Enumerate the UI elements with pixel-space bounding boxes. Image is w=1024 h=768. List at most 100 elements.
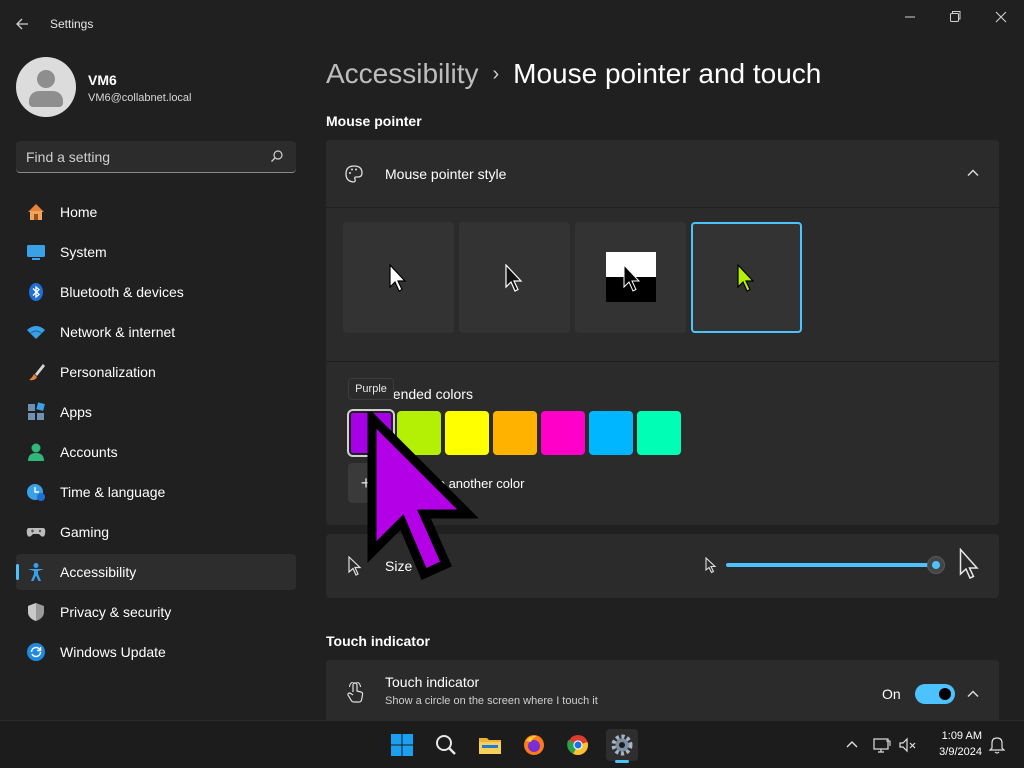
sidebar-item-personalization[interactable]: Personalization	[16, 354, 296, 390]
sidebar-item-time-language[interactable]: Time & language	[16, 474, 296, 510]
sidebar: VM6 VM6@collabnet.local Home System Blue…	[0, 48, 310, 720]
app-title: Settings	[50, 17, 94, 31]
show-hidden-icons-button[interactable]	[842, 735, 862, 755]
touch-indicator-toggle[interactable]	[915, 684, 955, 704]
sidebar-item-label: Home	[60, 204, 98, 220]
chrome-button[interactable]	[562, 729, 594, 761]
bell-icon	[988, 737, 1006, 754]
custom-cursor-icon	[737, 264, 755, 292]
sidebar-item-label: Bluetooth & devices	[60, 284, 184, 300]
touch-icon	[347, 682, 364, 703]
sidebar-item-label: Apps	[60, 404, 92, 420]
minimize-button[interactable]	[899, 8, 921, 26]
file-explorer-button[interactable]	[474, 729, 506, 761]
pointer-style-black[interactable]	[459, 222, 570, 333]
color-swatch-lime[interactable]	[397, 411, 441, 455]
restore-icon	[950, 11, 961, 22]
mouse-pointer-style-label: Mouse pointer style	[385, 166, 507, 182]
toggle-state-label: On	[882, 686, 901, 702]
avatar-body-shape	[29, 91, 63, 107]
sidebar-item-label: Personalization	[60, 364, 156, 380]
size-label: Size	[385, 558, 413, 574]
back-button[interactable]	[14, 12, 34, 36]
breadcrumb: Accessibility › Mouse pointer and touch	[326, 58, 821, 90]
pointer-style-custom[interactable]	[691, 222, 802, 333]
sidebar-item-bluetooth[interactable]: Bluetooth & devices	[16, 274, 296, 310]
firefox-button[interactable]	[518, 729, 550, 761]
clock-time[interactable]: 1:09 AM	[934, 730, 982, 742]
user-name: VM6	[88, 72, 117, 88]
inverted-cursor-icon	[606, 252, 656, 302]
taskbar-search-button[interactable]	[430, 729, 462, 761]
sidebar-item-label: Privacy & security	[60, 604, 172, 620]
sidebar-nav: Home System Bluetooth & devices Network …	[16, 194, 296, 674]
network-icon	[873, 738, 891, 753]
chevron-up-icon[interactable]	[966, 166, 980, 180]
sidebar-item-label: Accessibility	[60, 564, 137, 580]
sidebar-item-accounts[interactable]: Accounts	[16, 434, 296, 470]
close-button[interactable]	[990, 8, 1012, 26]
breadcrumb-separator: ›	[492, 63, 500, 85]
maximize-button[interactable]	[944, 8, 966, 26]
sidebar-item-label: Windows Update	[60, 644, 166, 660]
search-input[interactable]	[26, 147, 256, 167]
close-icon	[995, 11, 1007, 23]
accounts-icon	[28, 443, 44, 461]
palette-icon	[345, 165, 363, 183]
breadcrumb-parent-link[interactable]: Accessibility	[326, 58, 478, 89]
size-slider-thumb[interactable]	[927, 556, 945, 574]
color-swatch-purple[interactable]	[347, 409, 395, 457]
avatar[interactable]	[16, 57, 76, 117]
pointer-style-inverted[interactable]	[575, 222, 686, 333]
search-icon	[436, 735, 456, 755]
sidebar-item-windows-update[interactable]: Windows Update	[16, 634, 296, 670]
pointer-size-card: Size	[326, 534, 999, 598]
shield-icon	[28, 603, 44, 621]
large-pointer-icon	[959, 548, 979, 579]
sidebar-item-system[interactable]: System	[16, 234, 296, 270]
sidebar-item-apps[interactable]: Apps	[16, 394, 296, 430]
chevron-up-icon[interactable]	[966, 687, 980, 701]
settings-gear-icon	[611, 734, 633, 756]
divider	[326, 361, 999, 362]
accessibility-icon	[28, 563, 44, 581]
notifications-button[interactable]	[987, 735, 1007, 755]
sidebar-item-network[interactable]: Network & internet	[16, 314, 296, 350]
volume-tray-button[interactable]	[898, 735, 918, 755]
avatar-head-shape	[37, 70, 55, 88]
user-email: VM6@collabnet.local	[88, 92, 192, 104]
sidebar-item-label: System	[60, 244, 107, 260]
color-swatch-yellow[interactable]	[445, 411, 489, 455]
mouse-pointer-style-header[interactable]: Mouse pointer style	[326, 140, 999, 207]
start-button[interactable]	[386, 729, 418, 761]
sidebar-item-label: Gaming	[60, 524, 110, 540]
pointer-icon	[348, 556, 362, 576]
touch-indicator-section-title: Touch indicator	[326, 633, 430, 649]
minimize-icon	[905, 16, 915, 18]
color-swatch-pink[interactable]	[541, 411, 585, 455]
network-tray-button[interactable]	[872, 735, 892, 755]
search-icon[interactable]	[270, 149, 284, 163]
sidebar-item-privacy-security[interactable]: Privacy & security	[16, 594, 296, 630]
choose-color-button[interactable]: +	[348, 463, 384, 503]
color-swatch-green[interactable]	[637, 411, 681, 455]
white-cursor-icon	[389, 264, 407, 292]
size-slider-track[interactable]	[726, 563, 938, 567]
settings-taskbar-button[interactable]	[606, 729, 638, 763]
pointer-style-white[interactable]	[343, 222, 454, 333]
sidebar-item-home[interactable]: Home	[16, 194, 296, 230]
touch-indicator-description: Show a circle on the screen where I touc…	[385, 695, 598, 707]
choose-color-label[interactable]: ose another color	[424, 476, 524, 491]
mouse-pointer-style-card: Mouse pointer style nended colors + ose …	[326, 140, 999, 525]
sidebar-item-gaming[interactable]: Gaming	[16, 514, 296, 550]
sidebar-item-accessibility[interactable]: Accessibility	[16, 554, 296, 590]
taskbar: 1:09 AM 3/9/2024	[0, 720, 1024, 768]
touch-indicator-label: Touch indicator	[385, 674, 480, 690]
color-swatch-gold[interactable]	[493, 411, 537, 455]
sidebar-item-label: Time & language	[60, 484, 166, 500]
color-swatch-turquoise[interactable]	[589, 411, 633, 455]
update-icon	[27, 643, 45, 661]
clock-date[interactable]: 3/9/2024	[924, 746, 982, 758]
tooltip: Purple	[348, 378, 394, 400]
search-box[interactable]	[16, 141, 296, 173]
